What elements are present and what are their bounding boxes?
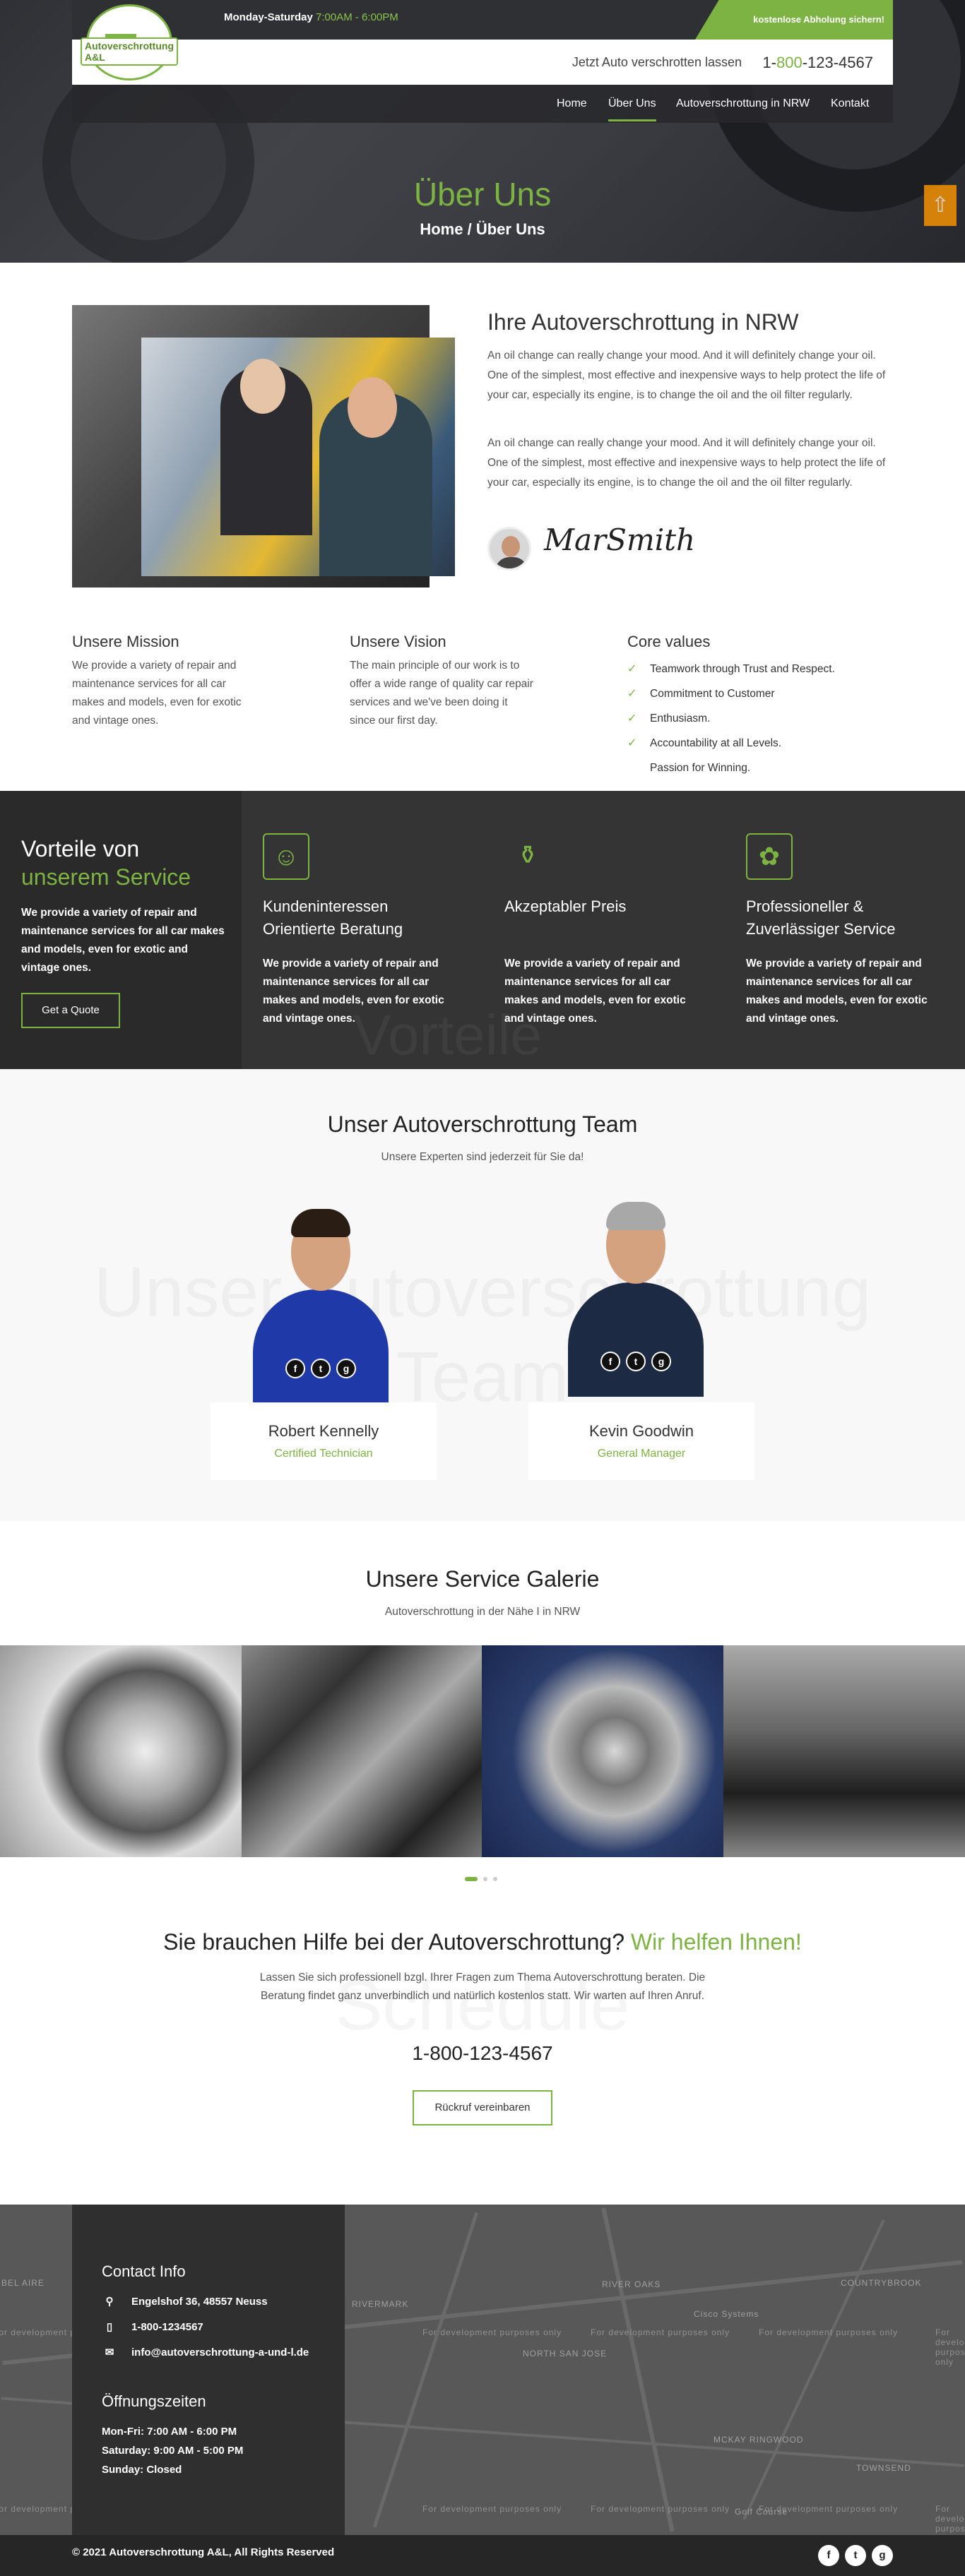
top-info-bar: Monday-Saturday 7:00AM - 6:00PM kostenlo… — [72, 0, 893, 40]
fan-icon: ✿ — [746, 833, 793, 880]
team-member-name: Robert Kennelly — [268, 1422, 379, 1440]
list-item: ✓ Enthusiasm. — [627, 706, 835, 731]
benefit-text: We provide a variety of repair and maint… — [504, 958, 686, 1025]
benefit-title: Kundeninteressen Orientierte Beratung — [263, 898, 403, 938]
help-title: Sie brauchen Hilfe bei der Autoverschrot… — [163, 1929, 802, 1955]
header-contact-bar: Jetzt Auto verschrotten lassen 1-800-123… — [72, 40, 893, 85]
benefit-title: Akzeptabler Preis — [504, 898, 627, 915]
vision-text: The main principle of our work is to off… — [350, 660, 533, 727]
price-tag-icon: ⚱ — [516, 840, 539, 869]
check-icon: ✓ — [627, 712, 637, 724]
page-title: Über Uns — [413, 176, 552, 213]
facebook-icon[interactable]: f — [285, 1359, 305, 1378]
team-subtitle: Unsere Experten sind jederzeit für Sie d… — [381, 1151, 584, 1163]
google-plus-icon[interactable]: g — [872, 2545, 893, 2566]
facebook-icon[interactable]: f — [818, 2545, 839, 2566]
team-member-name: Kevin Goodwin — [589, 1422, 694, 1440]
contact-address: ⚲ Engelshof 36, 48557 Neuss — [102, 2295, 268, 2308]
footer: © 2021 Autoverschrottung A&L, All Rights… — [0, 2535, 965, 2576]
team-photo: f t g — [242, 1205, 400, 1404]
help-text: Lassen Sie sich professionell bzgl. Ihre… — [259, 1972, 706, 2002]
avatar — [487, 527, 531, 571]
check-icon: ✓ — [627, 663, 637, 675]
gallery-title: Unsere Service Galerie — [365, 1566, 600, 1592]
team-member-role: General Manager — [597, 1448, 686, 1460]
site-logo[interactable]: Autoverschrottung A&L — [81, 4, 178, 80]
contact-title: Contact Info — [102, 2262, 186, 2280]
team-card: Kevin Goodwin General Manager — [528, 1402, 754, 1480]
gallery-image[interactable] — [0, 1645, 242, 1857]
values-title: Core values — [627, 633, 711, 650]
advisor-icon: ☺ — [263, 833, 309, 880]
check-icon: ✓ — [627, 737, 637, 749]
main-navigation: Home Über Uns Autoverschrottung in NRW K… — [72, 85, 893, 123]
about-paragraph: An oil change can really change your moo… — [487, 437, 886, 489]
gallery-pagination[interactable] — [465, 1877, 497, 1881]
benefit-title: Professioneller & Zuverlässiger Service — [746, 898, 896, 938]
get-quote-button[interactable]: Get a Quote — [21, 993, 120, 1028]
mission-title: Unsere Mission — [72, 633, 179, 650]
header-phone[interactable]: 1-800-123-4567 — [762, 54, 873, 72]
breadcrumb-current: Über Uns — [475, 220, 545, 238]
signature: MarSmith — [544, 523, 696, 557]
team-photo: f t g — [557, 1198, 715, 1397]
team-section: Unser AutoverschrottungTeam Unser Autove… — [0, 1069, 965, 1521]
about-title: Ihre Autoverschrottung in NRW — [487, 309, 799, 335]
hours-list: Mon-Fri: 7:00 AM - 6:00 PM Saturday: 9:0… — [102, 2426, 244, 2476]
nav-kontakt[interactable]: Kontakt — [831, 97, 869, 110]
about-paragraph: An oil change can really change your moo… — [487, 350, 886, 401]
help-phone[interactable]: 1-800-123-4567 — [0, 2042, 965, 2065]
callback-button[interactable]: Rückruf vereinbaren — [413, 2090, 552, 2125]
location-pin-icon: ⚲ — [105, 2296, 114, 2308]
vision-title: Unsere Vision — [350, 633, 446, 650]
facebook-icon[interactable]: f — [600, 1352, 620, 1371]
list-item: ✓ Commitment to Customer — [627, 681, 835, 706]
twitter-icon[interactable]: t — [845, 2545, 866, 2566]
list-item: ✓ Teamwork through Trust and Respect. — [627, 657, 835, 681]
mechanics-photo — [141, 338, 455, 576]
gallery-subtitle: Autoverschrottung in der Nähe I in NRW — [384, 1606, 581, 1618]
gallery-image[interactable] — [242, 1645, 482, 1857]
breadcrumb: Home / Über Uns — [0, 220, 965, 239]
nav-home[interactable]: Home — [557, 97, 587, 110]
benefit-text: We provide a variety of repair and maint… — [263, 958, 444, 1025]
breadcrumb-home[interactable]: Home / — [420, 220, 471, 238]
mission-text: We provide a variety of repair and maint… — [72, 660, 242, 727]
google-plus-icon[interactable]: g — [651, 1352, 671, 1371]
nav-autoverschrottung-nrw[interactable]: Autoverschrottung in NRW — [676, 97, 810, 110]
benefits-title: Vorteile von unserem Service — [21, 836, 191, 890]
pickup-badge[interactable]: kostenlose Abholung sichern! — [695, 0, 893, 40]
list-item: ✓ Accountability at all Levels. — [627, 731, 835, 756]
benefits-text: We provide a variety of repair and maint… — [21, 907, 225, 974]
hours-title: Öffnungszeiten — [102, 2392, 206, 2410]
benefits-section: Vorteile von unserem Service We provide a… — [0, 791, 965, 1069]
twitter-icon[interactable]: t — [626, 1352, 646, 1371]
contact-phone[interactable]: ▯ 1-800-1234567 — [102, 2320, 203, 2333]
contact-info-box: Contact Info ⚲ Engelshof 36, 48557 Neuss … — [72, 2205, 345, 2535]
header-cta-text: Jetzt Auto verschrotten lassen — [572, 55, 742, 69]
team-bg-text: Unser AutoverschrottungTeam — [0, 1250, 965, 1419]
check-icon: ✓ — [627, 688, 637, 700]
team-title: Unser Autoverschrottung Team — [327, 1111, 638, 1137]
core-values-list: ✓ Teamwork through Trust and Respect. ✓ Co… — [627, 657, 835, 780]
phone-icon: ▯ — [106, 2321, 113, 2333]
footer-social-links: f t g — [818, 2545, 893, 2566]
nav-ueber-uns[interactable]: Über Uns — [608, 97, 656, 121]
team-social-links: f t g — [600, 1352, 671, 1371]
team-card: Robert Kennelly Certified Technician — [211, 1402, 437, 1480]
gallery-image[interactable] — [723, 1645, 965, 1857]
list-item: Passion for Winning. — [650, 762, 751, 774]
team-social-links: f t g — [285, 1359, 356, 1378]
copyright: © 2021 Autoverschrottung A&L, All Rights… — [72, 2546, 335, 2558]
gallery-image[interactable] — [482, 1645, 723, 1857]
team-member-role: Certified Technician — [274, 1448, 373, 1460]
google-plus-icon[interactable]: g — [336, 1359, 356, 1378]
twitter-icon[interactable]: t — [311, 1359, 331, 1378]
mail-icon: ✉ — [105, 2347, 114, 2359]
contact-email[interactable]: ✉ info@autoverschrottung-a-und-l.de — [102, 2346, 309, 2359]
opening-hours: Monday-Saturday 7:00AM - 6:00PM — [224, 11, 398, 23]
benefit-text: We provide a variety of repair and maint… — [746, 958, 928, 1025]
